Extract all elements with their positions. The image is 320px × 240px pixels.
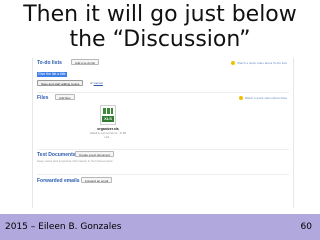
todo-help-link[interactable]: Watch a quick video about To-Do lists — [231, 61, 287, 66]
xls-file-icon: XLS — [100, 105, 116, 125]
or-cancel: or Cancel — [90, 81, 103, 85]
section-divider — [37, 149, 289, 150]
basecamp-project-screenshot: To-do lists Add a to-do list Watch a qui… — [32, 58, 294, 208]
slide-title-line-2: the “Discussion” — [69, 27, 251, 52]
text-documents-title: Text Documents — [37, 152, 76, 158]
files-help-link-text: Watch a quick video about Files — [244, 96, 287, 100]
add-todo-list-button[interactable]: Add a to-do list — [71, 59, 100, 65]
create-text-document-button[interactable]: Create a text document — [75, 151, 115, 157]
spreadsheet-grid — [103, 108, 113, 114]
page-number: 60 — [300, 222, 312, 232]
slide-title-line-1: Then it will go just below — [23, 2, 297, 27]
todo-section: To-do lists Add a to-do list Watch a qui… — [37, 59, 289, 90]
file-actions-link[interactable]: Link… — [89, 136, 127, 139]
files-section-title: Files — [37, 95, 49, 101]
footer-credit: 2015 – Eileen B. Gonzales — [5, 222, 122, 232]
video-help-icon — [231, 61, 236, 66]
todo-help-link-text: Watch a quick video about To-Do lists — [237, 61, 287, 65]
section-divider — [37, 92, 289, 93]
file-name[interactable]: organizer.xls — [89, 127, 127, 131]
forwarded-emails-section: Forwarded emails Forward an email — [37, 177, 289, 192]
slide-footer: 2015 – Eileen B. Gonzales 60 — [0, 214, 320, 240]
add-files-button[interactable]: Add files — [55, 94, 75, 100]
files-help-link[interactable]: Watch a quick video about Files — [238, 96, 287, 101]
save-todo-list-button[interactable]: Save and start adding to-dos — [37, 80, 84, 86]
file-card[interactable]: XLS organizer.xls Added by Lori on Feb 2… — [89, 105, 127, 145]
new-todo-list-name-input[interactable]: Give the list a title — [37, 72, 67, 77]
or-text: or — [90, 81, 93, 85]
text-documents-section: Text Documents Create a text document Ke… — [37, 151, 289, 172]
cancel-link[interactable]: Cancel — [94, 81, 103, 85]
file-type-badge: XLS — [102, 116, 114, 122]
section-divider — [37, 174, 289, 175]
slide-title: Then it will go just below the “Discussi… — [0, 2, 320, 52]
file-meta: Added by Lori on Feb 21 · 11 KB — [89, 132, 127, 135]
forward-email-button[interactable]: Forward an email — [81, 177, 113, 183]
text-documents-description: Keep notes and important information in … — [37, 159, 114, 163]
video-help-icon — [238, 96, 243, 101]
todo-section-title: To-do lists — [37, 60, 62, 66]
forwarded-emails-title: Forwarded emails — [37, 178, 80, 184]
files-section: Files Add files Watch a quick video abou… — [37, 94, 289, 147]
